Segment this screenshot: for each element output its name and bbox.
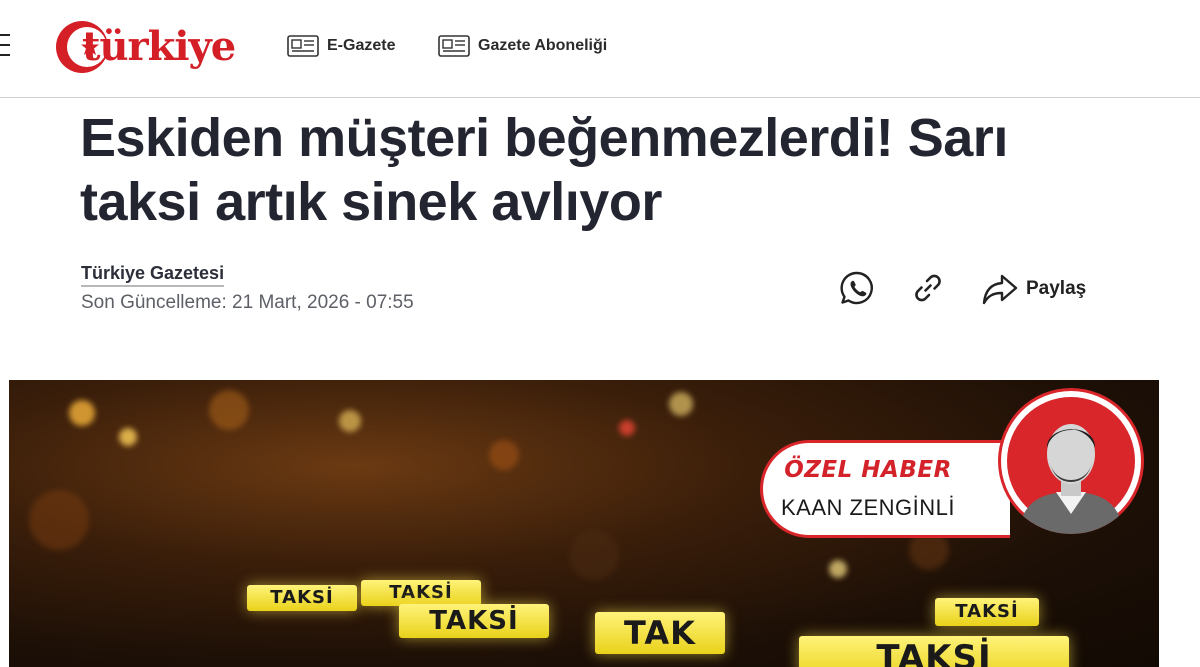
- copy-link-button[interactable]: [910, 270, 946, 306]
- whatsapp-share-button[interactable]: [839, 270, 875, 306]
- site-header: türkiye E-Gazete Gazete Aboneliği: [0, 0, 1200, 98]
- nav-gazete-aboneligi-label: Gazete Aboneliği: [478, 37, 608, 54]
- nav-e-gazete[interactable]: E-Gazete: [287, 33, 395, 59]
- taxi-sign: TAKSİ: [361, 580, 481, 606]
- reporter-name: KAAN ZENGİNLİ: [781, 495, 955, 520]
- article-updated-time: Son Güncelleme: 21 Mart, 2026 - 07:55: [81, 292, 414, 313]
- share-label: Paylaş: [1026, 278, 1087, 299]
- nav-gazete-aboneligi[interactable]: Gazete Aboneliği: [438, 33, 607, 59]
- reporter-portrait-icon: [1001, 391, 1141, 534]
- nav-e-gazete-label: E-Gazete: [327, 37, 396, 54]
- share-button[interactable]: Paylaş: [982, 270, 1086, 308]
- newspaper-icon: [438, 35, 470, 57]
- badge-label: ÖZEL HABER: [784, 457, 952, 483]
- site-logo[interactable]: türkiye: [54, 16, 246, 78]
- article-author-link[interactable]: Türkiye Gazetesi: [81, 263, 225, 287]
- share-arrow-icon: [982, 274, 1018, 305]
- taxi-sign: TAKSİ: [799, 636, 1069, 667]
- link-icon: [915, 274, 941, 302]
- taxi-sign: TAKSİ: [935, 598, 1039, 626]
- article-headline: Eskiden müşteri beğenmezlerdi! Sarı taks…: [80, 108, 1008, 232]
- taxi-sign: TAKSİ: [399, 604, 549, 638]
- newspaper-icon: [287, 35, 319, 57]
- reporter-avatar: [998, 388, 1144, 534]
- taxi-sign: TAK: [595, 612, 725, 654]
- hamburger-menu-icon[interactable]: [0, 34, 10, 58]
- exclusive-news-badge: ÖZEL HABER KAAN ZENGİNLİ: [760, 440, 1010, 538]
- logo-wordmark: türkiye: [82, 23, 236, 70]
- taxi-sign: TAKSİ: [247, 585, 357, 611]
- whatsapp-icon: [840, 271, 873, 305]
